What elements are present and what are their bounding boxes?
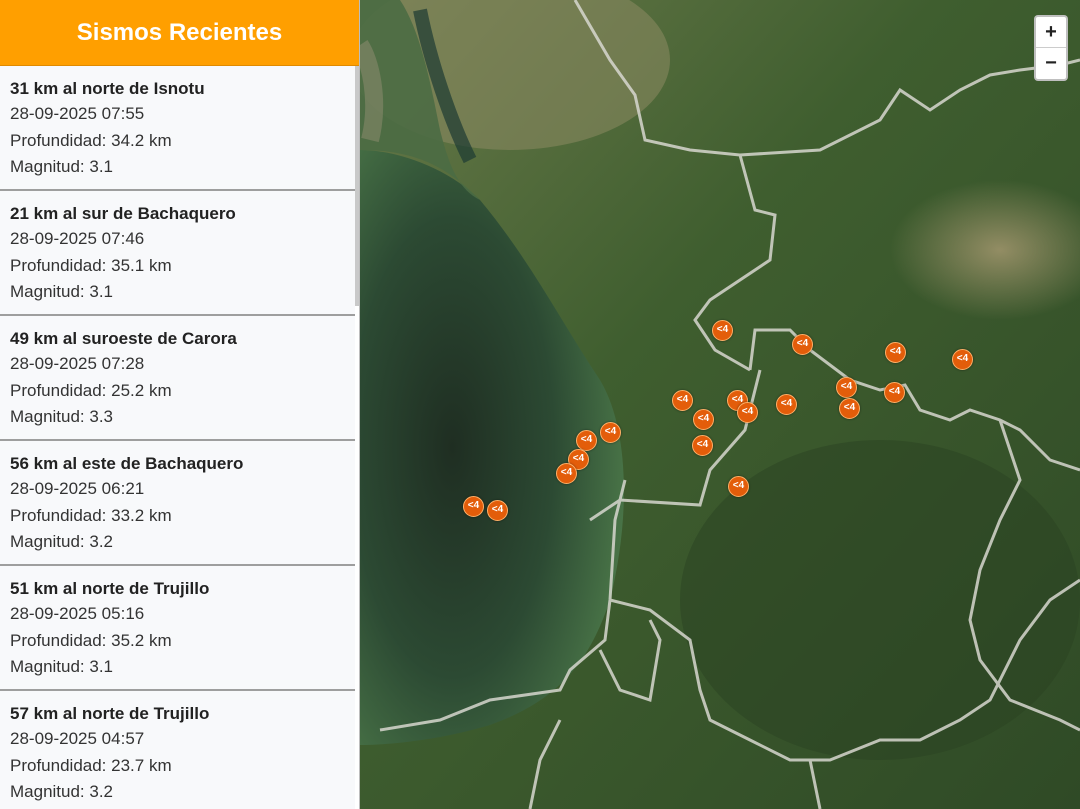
quake-location: 49 km al suroeste de Carora — [10, 329, 237, 348]
quake-datetime: 28-09-2025 07:55 — [10, 104, 145, 123]
quake-depth: Profundidad: 33.2 km — [10, 505, 172, 525]
quake-marker[interactable]: <4 — [839, 398, 860, 419]
quake-list-item[interactable]: 56 km al este de Bachaquero 28-09-2025 0… — [0, 441, 355, 566]
satellite-map[interactable]: <4 <4 <4 <4 <4 <4 <4 <4 <4 <4 <4 <4 <4 <4 <4 <4 <4 <4 <4 <4… — [360, 0, 1080, 809]
list-scrollbar[interactable] — [355, 66, 359, 306]
quake-marker[interactable]: <4 — [556, 463, 577, 484]
quake-marker[interactable]: <4 — [728, 476, 749, 497]
panel-title: Sismos Recientes — [0, 0, 359, 66]
quake-marker[interactable]: <4 — [600, 422, 621, 443]
quake-list[interactable]: 31 km al norte de Isnotu 28-09-2025 07:5… — [0, 66, 359, 809]
quake-marker[interactable]: <4 — [776, 394, 797, 415]
map-terrain — [360, 0, 1080, 809]
quake-marker[interactable]: <4 — [692, 435, 713, 456]
quake-depth: Profundidad: 25.2 km — [10, 380, 172, 400]
quake-location: 56 km al este de Bachaquero — [10, 454, 244, 473]
quake-location: 21 km al sur de Bachaquero — [10, 204, 236, 223]
quake-magnitude: Magnitud: 3.1 — [10, 282, 114, 301]
quake-marker[interactable]: <4 — [693, 409, 714, 430]
quake-marker[interactable]: <4 — [576, 430, 597, 451]
quake-list-item[interactable]: 51 km al norte de Trujillo 28-09-2025 05… — [0, 566, 355, 691]
quake-location: 51 km al norte de Trujillo — [10, 579, 210, 598]
quake-marker[interactable]: <4 — [487, 500, 508, 521]
quake-marker[interactable]: <4 — [884, 382, 905, 403]
quake-marker[interactable]: <4 — [836, 377, 857, 398]
quake-marker[interactable]: <4 — [952, 349, 973, 370]
quake-datetime: 28-09-2025 07:28 — [10, 354, 145, 373]
quake-depth: Profundidad: 34.2 km — [10, 130, 172, 150]
quake-depth: Profundidad: 23.7 km — [10, 755, 172, 775]
quake-list-item[interactable]: 21 km al sur de Bachaquero 28-09-2025 07… — [0, 191, 355, 316]
quake-depth: Profundidad: 35.1 km — [10, 255, 172, 275]
zoom-in-button[interactable]: + — [1036, 17, 1066, 48]
quake-marker[interactable]: <4 — [712, 320, 733, 341]
quake-list-item[interactable]: 31 km al norte de Isnotu 28-09-2025 07:5… — [0, 66, 355, 191]
quake-marker[interactable]: <4 — [792, 334, 813, 355]
quake-magnitude: Magnitud: 3.1 — [10, 157, 114, 176]
quake-marker[interactable]: <4 — [463, 496, 484, 517]
zoom-control: + − — [1034, 15, 1068, 81]
quake-magnitude: Magnitud: 3.2 — [10, 532, 114, 551]
zoom-out-button[interactable]: − — [1036, 48, 1066, 79]
quake-list-item[interactable]: 57 km al norte de Trujillo 28-09-2025 04… — [0, 691, 355, 809]
quake-marker[interactable]: <4 — [672, 390, 693, 411]
quake-magnitude: Magnitud: 3.2 — [10, 782, 114, 801]
quake-location: 57 km al norte de Trujillo — [10, 704, 210, 723]
quake-datetime: 28-09-2025 07:46 — [10, 229, 145, 248]
quake-magnitude: Magnitud: 3.1 — [10, 657, 114, 676]
quake-datetime: 28-09-2025 06:21 — [10, 479, 145, 498]
quake-datetime: 28-09-2025 05:16 — [10, 604, 145, 623]
quake-location: 31 km al norte de Isnotu — [10, 79, 205, 98]
quake-marker[interactable]: <4 — [737, 402, 758, 423]
recent-quakes-panel: Sismos Recientes 31 km al norte de Isnot… — [0, 0, 360, 809]
quake-magnitude: Magnitud: 3.3 — [10, 407, 114, 426]
quake-datetime: 28-09-2025 04:57 — [10, 729, 145, 748]
quake-depth: Profundidad: 35.2 km — [10, 630, 172, 650]
quake-list-item[interactable]: 49 km al suroeste de Carora 28-09-2025 0… — [0, 316, 355, 441]
quake-marker[interactable]: <4 — [885, 342, 906, 363]
